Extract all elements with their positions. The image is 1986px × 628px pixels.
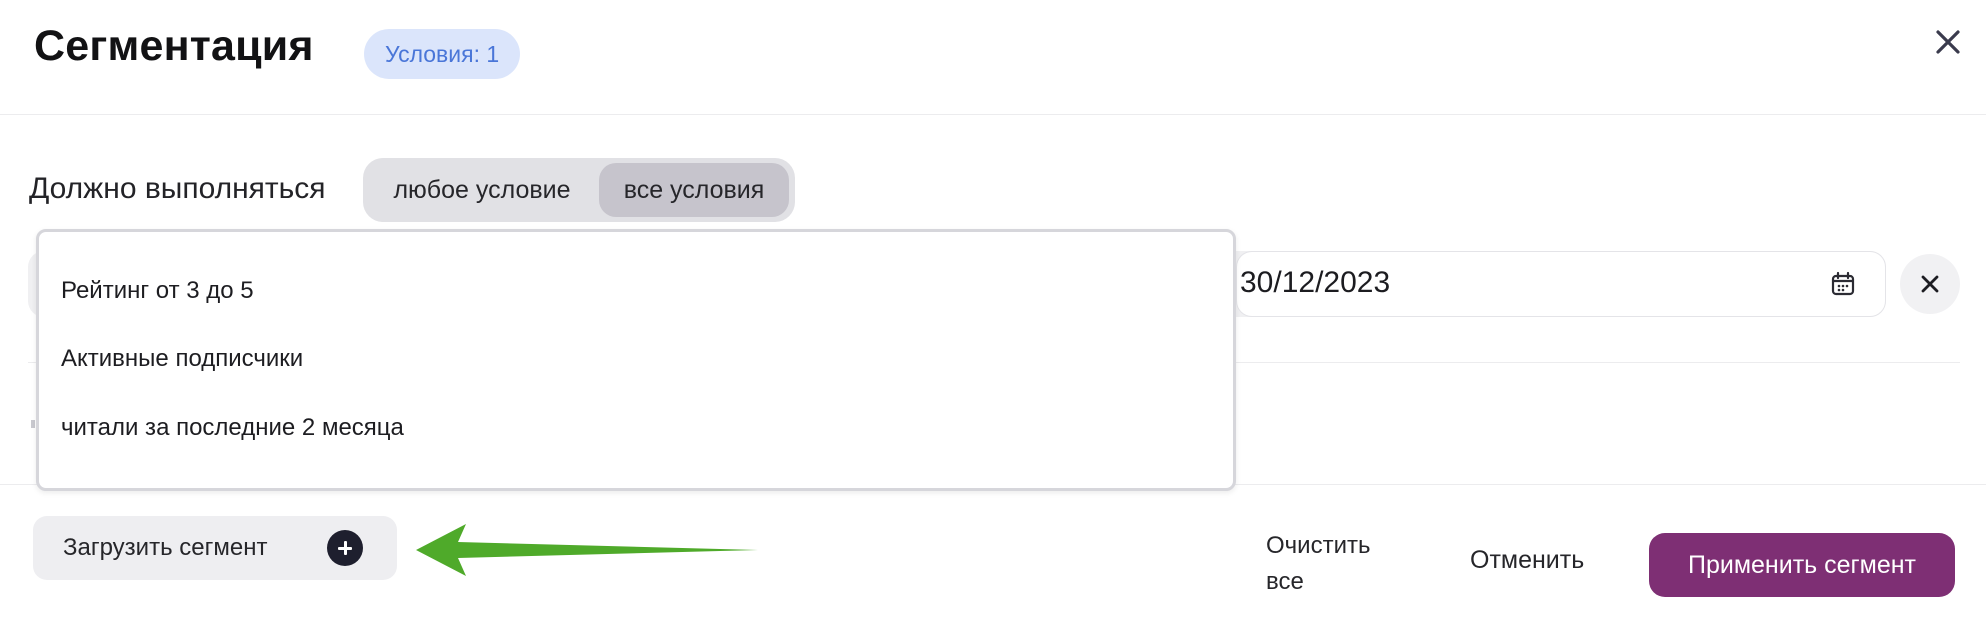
close-icon <box>1921 275 1939 293</box>
page-title: Сегментация <box>34 22 314 70</box>
apply-segment-button[interactable]: Применить сегмент <box>1649 533 1955 597</box>
annotation-arrow <box>416 524 758 576</box>
load-segment-button[interactable]: Загрузить сегмент <box>33 516 397 580</box>
segment-dropdown: Рейтинг от 3 до 5 Активные подписчики чи… <box>36 229 1236 491</box>
dropdown-item[interactable]: Активные подписчики <box>61 345 303 373</box>
match-mode-label: Должно выполняться <box>29 172 326 205</box>
remove-condition-button[interactable] <box>1900 254 1960 314</box>
match-any-option[interactable]: любое условие <box>367 163 597 217</box>
date-value: 30/12/2023 <box>1240 266 1391 299</box>
close-dialog-button[interactable] <box>1932 26 1964 58</box>
header-divider <box>0 114 1986 115</box>
match-mode-toggle: любое условие все условия <box>363 158 795 222</box>
cancel-button[interactable]: Отменить <box>1470 546 1584 575</box>
calendar-icon[interactable] <box>1830 271 1856 297</box>
dropdown-item[interactable]: читали за последние 2 месяца <box>61 414 404 442</box>
match-all-option[interactable]: все условия <box>599 163 789 217</box>
partially-hidden-element <box>31 420 35 428</box>
close-icon <box>1936 30 1960 54</box>
clear-all-button[interactable]: Очистить все <box>1266 528 1406 600</box>
conditions-count-badge: Условия: 1 <box>364 29 521 79</box>
plus-circle-icon <box>327 530 363 566</box>
dropdown-item[interactable]: Рейтинг от 3 до 5 <box>61 277 254 305</box>
load-segment-label: Загрузить сегмент <box>63 534 268 561</box>
